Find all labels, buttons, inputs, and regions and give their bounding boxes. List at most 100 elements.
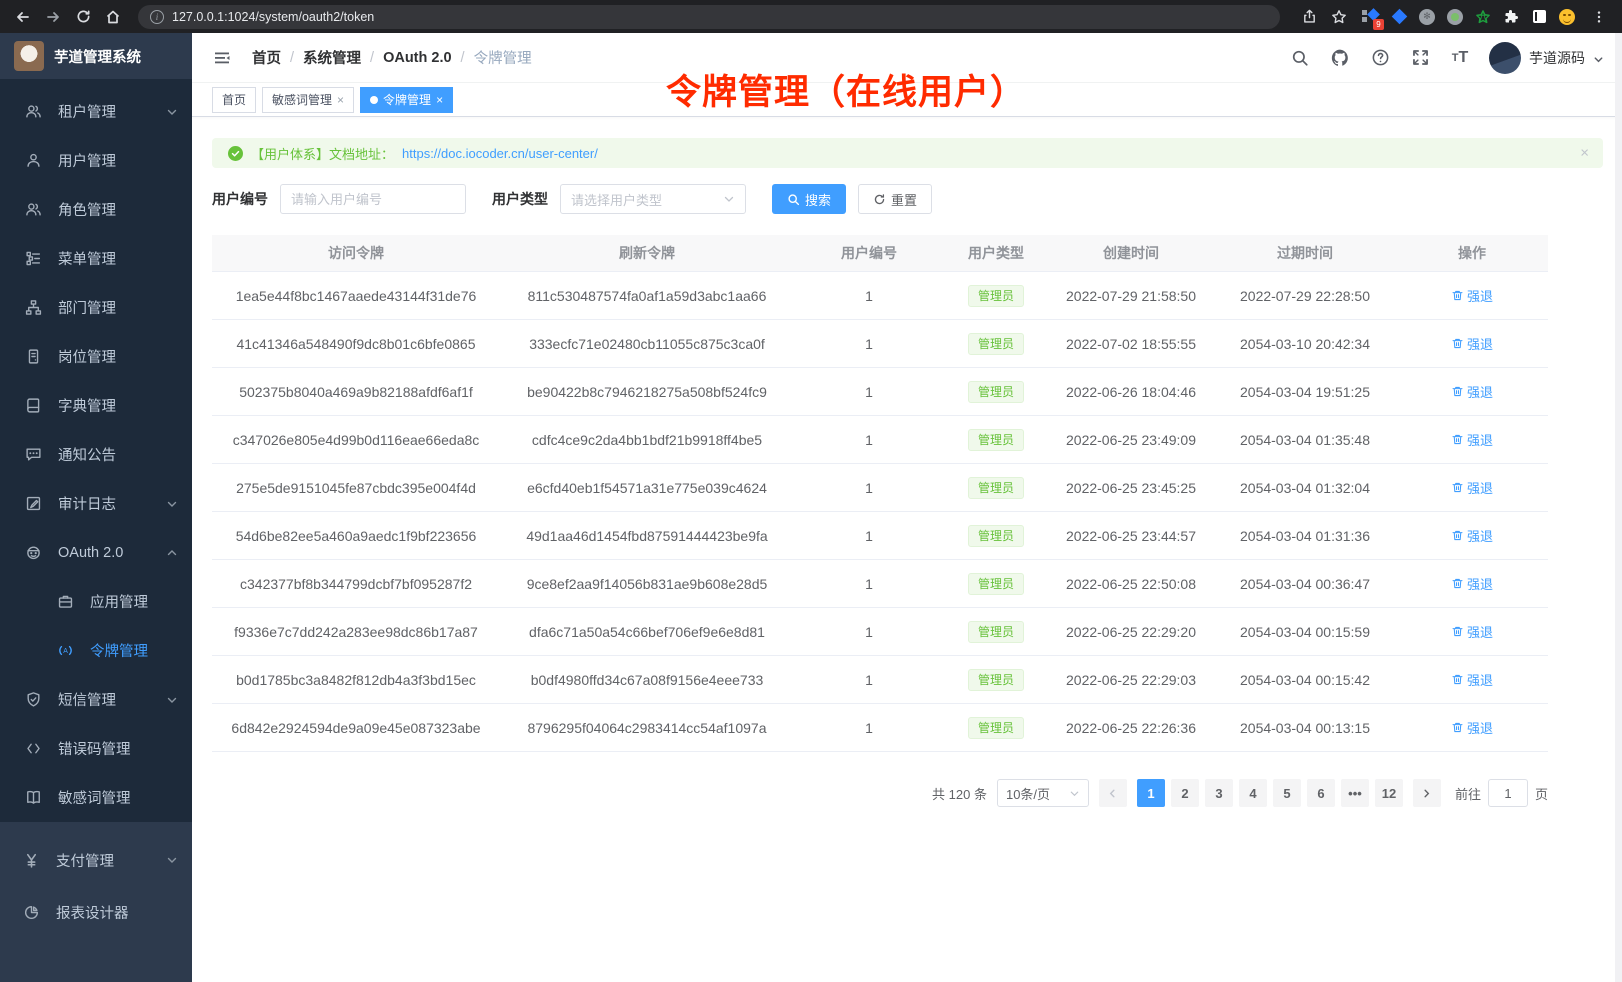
chevron-down-icon bbox=[166, 694, 178, 706]
fullscreen-icon[interactable] bbox=[1409, 47, 1431, 69]
sidebar-item[interactable]: 菜单管理 bbox=[0, 234, 192, 283]
expire-time-cell: 2054-03-04 01:31:36 bbox=[1214, 528, 1396, 544]
doc-link[interactable]: https://doc.iocoder.cn/user-center/ bbox=[402, 146, 598, 161]
notice-icon bbox=[24, 446, 42, 464]
user-id-cell: 1 bbox=[794, 624, 944, 640]
sidebar-item[interactable]: 应用管理 bbox=[0, 577, 192, 626]
forward-icon[interactable] bbox=[40, 4, 66, 30]
sidebar-item[interactable]: A 令牌管理 bbox=[0, 626, 192, 675]
page-size-select[interactable]: 10条/页 bbox=[997, 779, 1089, 807]
force-logout-button[interactable]: 强退 bbox=[1451, 382, 1493, 401]
extension-diamond-icon[interactable] bbox=[1390, 8, 1408, 26]
extensions-puzzle-icon[interactable] bbox=[1502, 8, 1520, 26]
page-info-icon[interactable]: i bbox=[150, 10, 164, 24]
prev-page-button[interactable] bbox=[1099, 779, 1127, 807]
home-icon[interactable] bbox=[100, 4, 126, 30]
force-logout-button[interactable]: 强退 bbox=[1451, 334, 1493, 353]
user-type-select[interactable]: 请选择用户类型 bbox=[560, 184, 746, 214]
force-logout-button[interactable]: 强退 bbox=[1451, 286, 1493, 305]
alert-close-icon[interactable]: × bbox=[1580, 145, 1589, 162]
next-page-button[interactable] bbox=[1413, 779, 1441, 807]
extension-star-icon[interactable] bbox=[1474, 8, 1492, 26]
extension-grid-icon[interactable]: 9 bbox=[1362, 8, 1380, 26]
force-logout-button[interactable]: 强退 bbox=[1451, 718, 1493, 737]
back-icon[interactable] bbox=[10, 4, 36, 30]
page-number-button[interactable]: 6 bbox=[1307, 779, 1335, 807]
font-size-icon[interactable]: TT bbox=[1449, 47, 1471, 69]
reset-button[interactable]: 重置 bbox=[858, 184, 932, 214]
screen: i 127.0.0.1:1024/system/oauth2/token 9 ✻ bbox=[0, 0, 1622, 982]
sidebar-item[interactable]: 字典管理 bbox=[0, 381, 192, 430]
sidebar-item[interactable]: 审计日志 bbox=[0, 479, 192, 528]
expire-time-cell: 2054-03-04 00:36:47 bbox=[1214, 576, 1396, 592]
page-ellipsis[interactable]: ••• bbox=[1341, 779, 1369, 807]
page-number-button[interactable]: 4 bbox=[1239, 779, 1267, 807]
address-bar[interactable]: i 127.0.0.1:1024/system/oauth2/token bbox=[138, 5, 1280, 29]
collapse-sidebar-icon[interactable] bbox=[210, 46, 234, 70]
sidebar-menu-toplevel: 支付管理 报表设计器 bbox=[0, 822, 192, 938]
user-menu[interactable]: 芋道源码 bbox=[1489, 42, 1604, 74]
split-screen-icon[interactable] bbox=[1530, 8, 1548, 26]
sidebar-item-label: 错误码管理 bbox=[58, 738, 178, 759]
search-icon[interactable] bbox=[1289, 47, 1311, 69]
page-number-button[interactable]: 1 bbox=[1137, 779, 1165, 807]
tab-close-icon[interactable]: × bbox=[337, 94, 344, 106]
table-row: 54d6be82ee5a460a9aedc1f9bf22365649d1aa46… bbox=[212, 512, 1548, 560]
page-number-button[interactable]: 3 bbox=[1205, 779, 1233, 807]
force-logout-button[interactable]: 强退 bbox=[1451, 670, 1493, 689]
share-icon[interactable] bbox=[1296, 4, 1322, 30]
access-token-cell: 41c41346a548490f9dc8b01c6bfe0865 bbox=[212, 336, 500, 352]
force-logout-button[interactable]: 强退 bbox=[1451, 574, 1493, 593]
tags-view-tab[interactable]: 令牌管理 × bbox=[360, 87, 453, 113]
profile-emoji-icon[interactable] bbox=[1558, 8, 1576, 26]
trash-icon bbox=[1451, 337, 1464, 350]
sidebar-item[interactable]: 角色管理 bbox=[0, 185, 192, 234]
navbar-tools: TT 芋道源码 bbox=[1289, 42, 1604, 74]
dict-icon bbox=[24, 397, 42, 415]
sidebar-item[interactable]: 报表设计器 bbox=[0, 886, 192, 938]
extension-record-icon[interactable] bbox=[1446, 8, 1464, 26]
user-icon bbox=[24, 152, 42, 170]
trash-icon bbox=[1451, 385, 1464, 398]
page-number-button[interactable]: 2 bbox=[1171, 779, 1199, 807]
tags-view-tab[interactable]: 首页 bbox=[212, 87, 256, 113]
sidebar-item[interactable]: OAuth 2.0 bbox=[0, 528, 192, 577]
sidebar-item[interactable]: 用户管理 bbox=[0, 136, 192, 185]
tags-view-tab[interactable]: 敏感词管理 × bbox=[262, 87, 354, 113]
pay-yen-icon bbox=[22, 851, 40, 869]
sidebar-item[interactable]: 通知公告 bbox=[0, 430, 192, 479]
reload-icon[interactable] bbox=[70, 4, 96, 30]
user-id-input[interactable] bbox=[291, 192, 455, 207]
sidebar-item[interactable]: 错误码管理 bbox=[0, 724, 192, 773]
page-number-button[interactable]: 5 bbox=[1273, 779, 1301, 807]
sidebar-item[interactable]: 敏感词管理 bbox=[0, 773, 192, 822]
breadcrumb-item[interactable]: OAuth 2.0 bbox=[383, 50, 451, 66]
sidebar-item[interactable]: 岗位管理 bbox=[0, 332, 192, 381]
tab-close-icon[interactable]: × bbox=[436, 94, 443, 106]
sidebar-item[interactable]: 支付管理 bbox=[0, 834, 192, 886]
sidebar-item-label: 通知公告 bbox=[58, 444, 178, 465]
sidebar-item-label: 令牌管理 bbox=[90, 640, 178, 661]
search-button[interactable]: 搜索 bbox=[772, 184, 846, 214]
sidebar-item[interactable]: 部门管理 bbox=[0, 283, 192, 332]
bookmark-star-icon[interactable] bbox=[1326, 4, 1352, 30]
sidebar-item[interactable]: 租户管理 bbox=[0, 87, 192, 136]
sidebar-item[interactable]: 短信管理 bbox=[0, 675, 192, 724]
page-scrollbar[interactable] bbox=[1615, 33, 1622, 982]
extension-circle-icon[interactable]: ✻ bbox=[1418, 8, 1436, 26]
breadcrumb-item[interactable]: 系统管理 bbox=[303, 47, 361, 68]
force-logout-button[interactable]: 强退 bbox=[1451, 430, 1493, 449]
force-logout-button[interactable]: 强退 bbox=[1451, 526, 1493, 545]
force-logout-button[interactable]: 强退 bbox=[1451, 478, 1493, 497]
breadcrumb-item[interactable]: 首页 bbox=[252, 47, 281, 68]
goto-page-input[interactable] bbox=[1488, 779, 1528, 807]
browser-menu-icon[interactable] bbox=[1586, 4, 1612, 30]
access-token-cell: 6d842e2924594de9a09e45e087323abe bbox=[212, 720, 500, 736]
user-id-cell: 1 bbox=[794, 288, 944, 304]
column-header: 访问令牌 bbox=[212, 243, 500, 263]
help-icon[interactable] bbox=[1369, 47, 1391, 69]
access-token-cell: c347026e805e4d99b0d116eae66eda8c bbox=[212, 432, 500, 448]
github-icon[interactable] bbox=[1329, 47, 1351, 69]
page-number-button[interactable]: 12 bbox=[1375, 779, 1403, 807]
force-logout-button[interactable]: 强退 bbox=[1451, 622, 1493, 641]
